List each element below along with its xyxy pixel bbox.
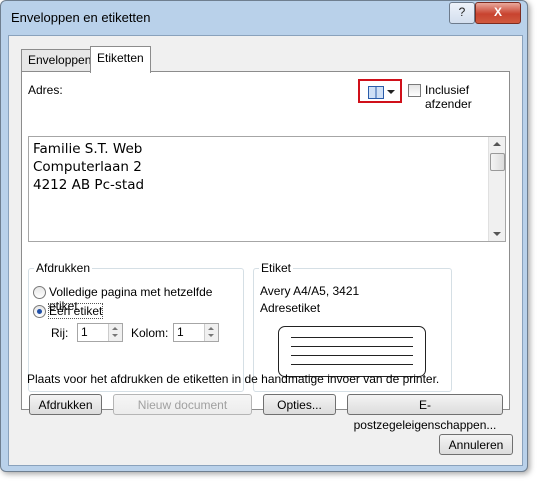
dialog-client-area: Enveloppen Etiketten Adres: Inclusief af…	[8, 35, 523, 466]
tab-etiketten[interactable]: Etiketten	[90, 46, 151, 73]
scroll-up-icon[interactable]	[493, 142, 501, 146]
address-book-button[interactable]	[358, 79, 402, 103]
address-label: Adres:	[28, 83, 63, 97]
new-document-button[interactable]: Nieuw document	[113, 394, 252, 415]
address-scrollbar[interactable]	[488, 137, 505, 241]
print-button[interactable]: Afdrukken	[29, 394, 102, 415]
window-title: Enveloppen en etiketten	[11, 10, 151, 25]
column-value: 1	[177, 325, 184, 339]
scroll-thumb[interactable]	[490, 153, 505, 171]
label-group-title: Etiket	[259, 261, 294, 275]
info-text: Plaats voor het afdrukken de etiketten i…	[27, 372, 440, 386]
label-name: Avery A4/A5, 3421	[260, 284, 360, 298]
postage-properties-button[interactable]: E-postzegeleigenschappen...	[347, 394, 503, 432]
options-button[interactable]: Opties...	[263, 394, 336, 415]
row-stepper[interactable]: 1	[77, 323, 123, 342]
row-value: 1	[81, 325, 88, 339]
row-label: Rij:	[51, 326, 69, 340]
radio-single-label-text[interactable]: Eén etiket	[47, 303, 104, 319]
tab-enveloppen-label: Enveloppen	[28, 53, 92, 67]
etiketten-panel: Adres: Inclusief afzender Familie S.T. W…	[21, 71, 510, 410]
label-preview[interactable]	[278, 326, 426, 377]
column-label: Kolom:	[131, 326, 169, 340]
row-stepper-buttons[interactable]	[108, 324, 122, 341]
dialog-window: Enveloppen en etiketten ? X Enveloppen E…	[0, 0, 528, 472]
chevron-down-icon	[387, 90, 395, 94]
help-button[interactable]: ?	[449, 2, 475, 24]
cancel-button[interactable]: Annuleren	[439, 434, 513, 455]
include-sender-label[interactable]: Inclusief afzender	[425, 83, 509, 111]
tab-enveloppen[interactable]: Enveloppen	[21, 49, 99, 72]
title-bar[interactable]: Enveloppen en etiketten ? X	[1, 1, 527, 37]
include-sender-checkbox[interactable]	[408, 84, 421, 97]
radio-full-page[interactable]	[33, 286, 46, 299]
radio-single-label[interactable]	[33, 305, 46, 318]
scroll-down-icon[interactable]	[493, 232, 501, 236]
tab-etiketten-label: Etiketten	[97, 51, 144, 65]
address-book-icon	[368, 86, 384, 99]
close-button[interactable]: X	[475, 2, 521, 24]
label-type: Adresetiket	[260, 301, 321, 315]
column-stepper[interactable]: 1	[173, 323, 219, 342]
print-group-title: Afdrukken	[34, 261, 93, 275]
column-stepper-buttons[interactable]	[204, 324, 218, 341]
address-value: Familie S.T. Web Computerlaan 2 4212 AB …	[33, 141, 145, 193]
address-textarea[interactable]: Familie S.T. Web Computerlaan 2 4212 AB …	[28, 136, 506, 242]
